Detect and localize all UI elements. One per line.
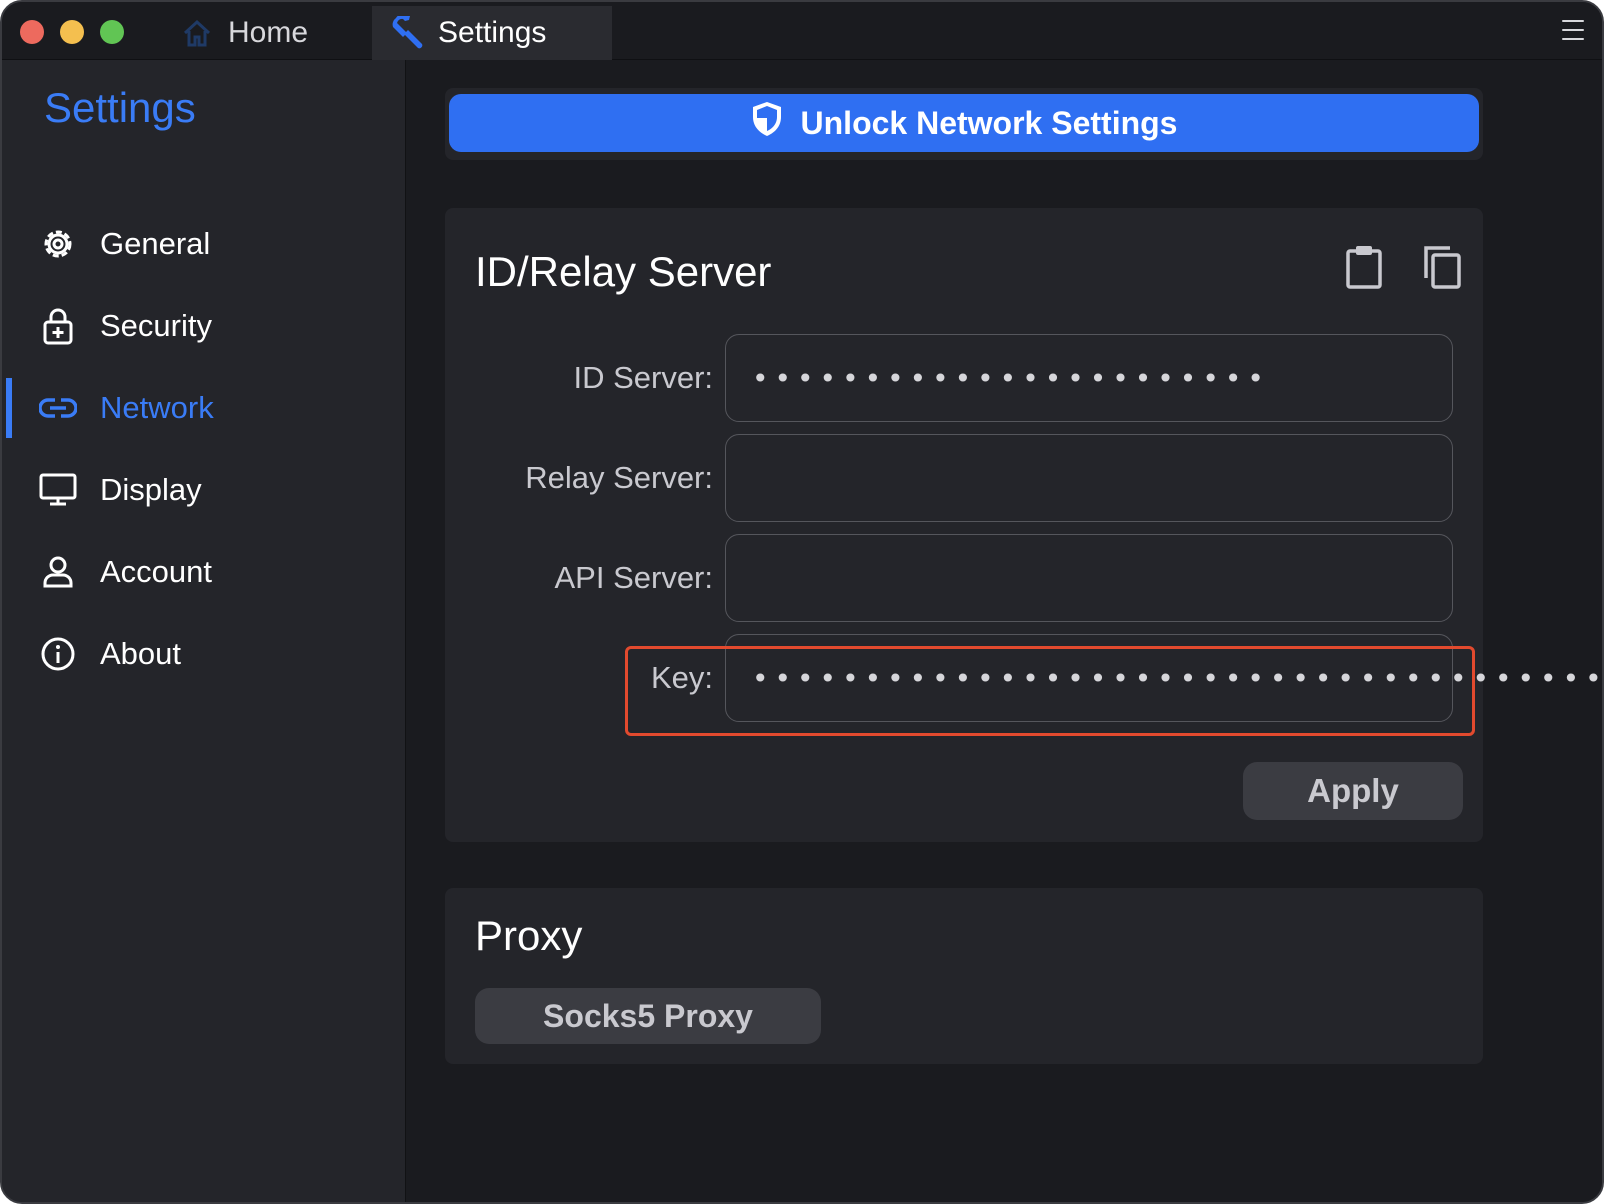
gear-icon bbox=[38, 224, 78, 264]
sidebar-item-security[interactable]: Security bbox=[2, 296, 406, 356]
sidebar-item-network[interactable]: Network bbox=[2, 378, 406, 438]
zoom-window-button[interactable] bbox=[100, 20, 124, 44]
lock-icon bbox=[38, 306, 78, 346]
link-icon bbox=[38, 388, 78, 428]
sidebar-item-label: Security bbox=[100, 308, 212, 343]
title-bar: Home Settings bbox=[2, 2, 1602, 60]
card-title: Proxy bbox=[475, 912, 583, 959]
api-server-field[interactable] bbox=[725, 534, 1453, 622]
apply-button[interactable]: Apply bbox=[1243, 762, 1463, 820]
monitor-icon bbox=[38, 470, 78, 510]
close-window-button[interactable] bbox=[20, 20, 44, 44]
card-tools bbox=[1343, 242, 1463, 292]
id-server-row: ID Server: ••••••••••••••••••••••• bbox=[445, 334, 1483, 422]
home-icon bbox=[180, 16, 214, 50]
tab-settings-label: Settings bbox=[438, 16, 547, 49]
relay-server-label: Relay Server: bbox=[525, 460, 713, 495]
socks5-proxy-button[interactable]: Socks5 Proxy bbox=[475, 988, 821, 1044]
key-row: Key: •••••••••••••••••••••••••••••••••••… bbox=[445, 634, 1602, 722]
sidebar: Settings General Security Network Displa… bbox=[2, 60, 406, 1202]
sidebar-item-label: Display bbox=[100, 472, 202, 507]
sidebar-item-display[interactable]: Display bbox=[2, 460, 406, 520]
sidebar-item-label: About bbox=[100, 636, 182, 671]
user-icon bbox=[38, 552, 78, 592]
sidebar-item-general[interactable]: General bbox=[2, 214, 406, 274]
copy-icon[interactable] bbox=[1421, 242, 1463, 292]
unlock-container: Unlock Network Settings bbox=[445, 88, 1483, 160]
tab-home-label: Home bbox=[228, 16, 309, 49]
unlock-network-settings-button[interactable]: Unlock Network Settings bbox=[449, 94, 1479, 152]
unlock-button-label: Unlock Network Settings bbox=[800, 104, 1178, 141]
minimize-window-button[interactable] bbox=[60, 20, 84, 44]
card-title: ID/Relay Server bbox=[475, 248, 772, 295]
main-panel: Unlock Network Settings ID/Relay Server … bbox=[407, 60, 1602, 1202]
sidebar-item-label: Network bbox=[100, 390, 214, 425]
sidebar-item-label: Account bbox=[100, 554, 213, 589]
id-server-label: ID Server: bbox=[573, 360, 713, 395]
sidebar-item-about[interactable]: About bbox=[2, 624, 406, 684]
shield-icon bbox=[751, 100, 783, 146]
info-icon bbox=[38, 634, 78, 674]
id-relay-server-card: ID/Relay Server ID Server: •••••••••••••… bbox=[445, 208, 1602, 842]
api-server-label: API Server: bbox=[554, 560, 714, 595]
wrench-icon bbox=[390, 16, 424, 50]
tab-settings[interactable]: Settings bbox=[372, 6, 612, 60]
relay-server-row: Relay Server: bbox=[445, 434, 1483, 522]
key-label: Key: bbox=[650, 660, 713, 695]
sidebar-item-account[interactable]: Account bbox=[2, 542, 406, 602]
key-field[interactable]: ••••••••••••••••••••••••••••••••••••••••… bbox=[725, 634, 1602, 722]
sidebar-item-label: General bbox=[100, 226, 211, 261]
tab-home[interactable]: Home bbox=[162, 6, 372, 60]
id-server-field[interactable]: ••••••••••••••••••••••• bbox=[725, 334, 1453, 422]
api-server-row: API Server: bbox=[445, 534, 1483, 622]
clipboard-paste-icon[interactable] bbox=[1343, 242, 1385, 292]
app-window: Home Settings Settings General Security bbox=[0, 0, 1604, 1204]
hamburger-menu-icon[interactable] bbox=[1562, 20, 1584, 40]
proxy-card: Proxy Socks5 Proxy bbox=[445, 888, 1483, 1064]
relay-server-field[interactable] bbox=[725, 434, 1453, 522]
sidebar-title: Settings bbox=[44, 84, 196, 131]
